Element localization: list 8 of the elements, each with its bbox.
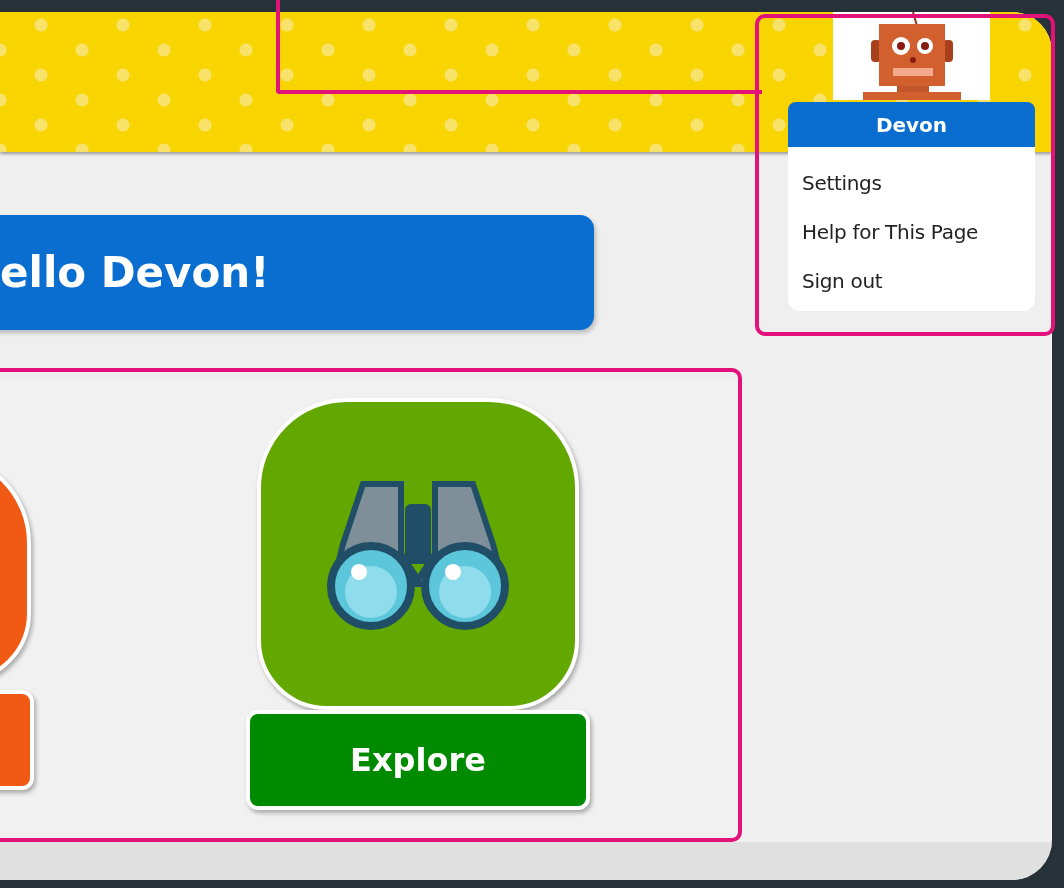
- activity-button[interactable]: Explore: [246, 710, 590, 810]
- menu-item[interactable]: Settings: [802, 169, 1035, 197]
- menu-item[interactable]: Sign out: [802, 267, 1035, 295]
- menu-item[interactable]: Help for This Page: [802, 218, 1035, 246]
- robot-avatar[interactable]: [833, 12, 990, 100]
- activity-tile[interactable]: [257, 398, 579, 710]
- greeting-text: ello Devon!: [0, 248, 270, 297]
- user-name-bar[interactable]: Devon: [788, 102, 1035, 147]
